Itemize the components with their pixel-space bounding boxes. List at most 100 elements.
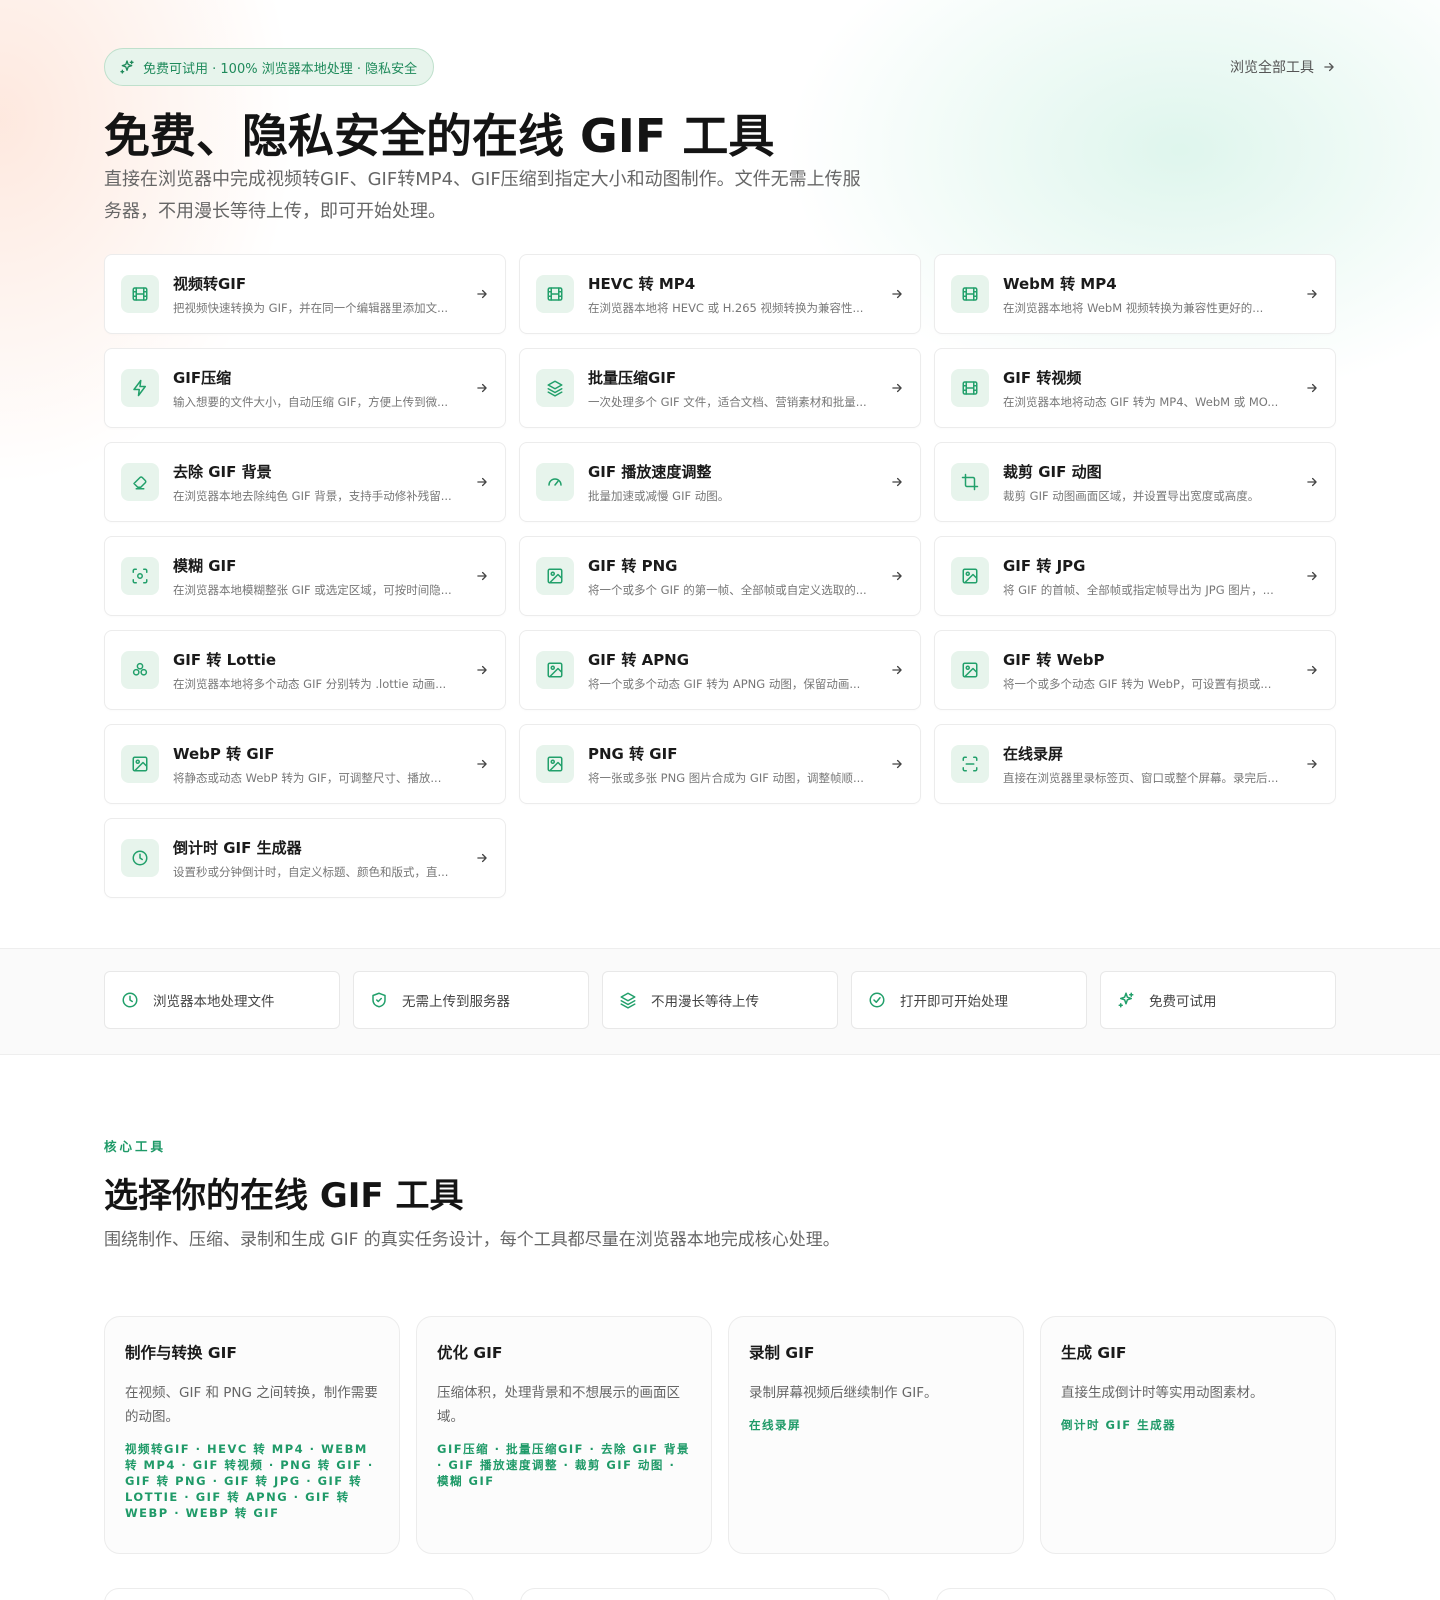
section-subtitle: 围绕制作、压缩、录制和生成 GIF 的真实任务设计，每个工具都尽量在浏览器本地完… [104, 1230, 840, 1250]
category-link[interactable]: 裁剪 GIF 动图 [575, 1458, 664, 1472]
image-icon [547, 756, 563, 772]
layers-icon [620, 992, 636, 1009]
image-icon [132, 756, 148, 772]
tool-card[interactable]: 批量压缩GIF 一次处理多个 GIF 文件，适合文档、营销素材和批量... [519, 348, 921, 428]
tool-text: GIF 转 APNG 将一个或多个动态 GIF 转为 APNG 动图，保留动画..… [588, 649, 880, 692]
arrow-right-icon [477, 665, 487, 675]
tool-card[interactable]: WebM 转 MP4 在浏览器本地将 WebM 视频转换为兼容性更好的... [934, 254, 1336, 334]
tool-text: 倒计时 GIF 生成器 设置秒或分钟倒计时，自定义标题、颜色和版式，直... [173, 837, 465, 880]
category-link[interactable]: 去除 GIF 背景 [601, 1442, 690, 1456]
film-icon [132, 287, 148, 301]
arrow-right-icon [892, 477, 902, 487]
category-link[interactable]: GIF 转 APNG [196, 1490, 288, 1504]
eraser-icon [133, 476, 147, 490]
feature-label: 无需上传到服务器 [402, 994, 510, 1010]
tool-description: 将一张或多张 PNG 图片合成为 GIF 动图，调整帧顺... [588, 770, 864, 785]
clock-icon [132, 850, 148, 866]
tool-description: 在浏览器本地将多个动态 GIF 分别转为 .lottie 动画... [173, 676, 447, 691]
tool-title: GIF 转 WebP [1003, 650, 1105, 669]
tool-card[interactable]: GIF 转 JPG 将 GIF 的首帧、全部帧或指定帧导出为 JPG 图片，... [934, 536, 1336, 616]
tool-title: 批量压缩GIF [588, 368, 677, 387]
tool-card[interactable]: 去除 GIF 背景 在浏览器本地去除纯色 GIF 背景，支持手动修补残留... [104, 442, 506, 522]
browse-all-tools-link[interactable]: 浏览全部工具 [1230, 57, 1336, 77]
tool-title: PNG 转 GIF [588, 744, 678, 763]
tool-text: GIF压缩 输入想要的文件大小，自动压缩 GIF，方便上传到微... [173, 367, 465, 410]
tool-text: 裁剪 GIF 动图 裁剪 GIF 动图画面区域，并设置导出宽度或高度。 [1003, 461, 1295, 504]
category-link[interactable]: GIF 播放速度调整 [448, 1458, 558, 1472]
category-link[interactable]: GIF压缩 [437, 1442, 489, 1456]
tool-icon-box [121, 745, 159, 783]
tool-card[interactable]: PNG 转 GIF 将一张或多张 PNG 图片合成为 GIF 动图，调整帧顺... [519, 724, 921, 804]
tool-icon-box [951, 651, 989, 689]
tool-card[interactable]: GIF 播放速度调整 批量加速或减慢 GIF 动图。 [519, 442, 921, 522]
link-separator: · [437, 1458, 449, 1472]
tool-title: GIF 播放速度调整 [588, 462, 712, 481]
tool-title: 在线录屏 [1003, 744, 1064, 763]
section-title: 选择你的在线 GIF 工具 [104, 1176, 464, 1216]
tool-card[interactable]: GIF 转 WebP 将一个或多个动态 GIF 转为 WebP，可设置有损或... [934, 630, 1336, 710]
tool-card[interactable]: HEVC 转 MP4 在浏览器本地将 HEVC 或 H.265 视频转换为兼容性.… [519, 254, 921, 334]
category-link[interactable]: WEBP 转 GIF [186, 1506, 280, 1520]
tool-card[interactable]: GIF 转 APNG 将一个或多个动态 GIF 转为 APNG 动图，保留动画..… [519, 630, 921, 710]
category-link[interactable]: GIF 转视频 [193, 1458, 264, 1472]
tool-card[interactable]: 倒计时 GIF 生成器 设置秒或分钟倒计时，自定义标题、颜色和版式，直... [104, 818, 506, 898]
tool-text: GIF 转 Lottie 在浏览器本地将多个动态 GIF 分别转为 .lottie… [173, 649, 465, 692]
sparkle-icon [1118, 992, 1134, 1008]
arrow-right-icon [477, 853, 487, 863]
tool-icon-box [951, 369, 989, 407]
tool-description: 将一个或多个动态 GIF 转为 APNG 动图，保留动画... [588, 676, 861, 691]
link-separator: · [663, 1458, 676, 1472]
tool-icon-box [951, 745, 989, 783]
tool-icon-box [536, 275, 574, 313]
tool-description: 在浏览器本地将动态 GIF 转为 MP4、WebM 或 MO... [1003, 394, 1279, 409]
tool-icon-box [951, 557, 989, 595]
tool-icon-box [536, 369, 574, 407]
tool-card[interactable]: GIF 转 Lottie 在浏览器本地将多个动态 GIF 分别转为 .lottie… [104, 630, 506, 710]
tool-text: GIF 播放速度调整 批量加速或减慢 GIF 动图。 [588, 461, 880, 504]
category-link[interactable]: GIF 转 PNG [125, 1474, 207, 1488]
layers-icon [547, 380, 563, 397]
tool-card[interactable]: 视频转GIF 把视频快速转换为 GIF，并在同一个编辑器里添加文... [104, 254, 506, 334]
tool-card[interactable]: 模糊 GIF 在浏览器本地模糊整张 GIF 或选定区域，可按时间隐... [104, 536, 506, 616]
category-link[interactable]: GIF 转 JPG [224, 1474, 301, 1488]
category-title: 生成 GIF [1061, 1344, 1127, 1362]
arrow-right-icon [1307, 289, 1317, 299]
category-card: 优化 GIF 压缩体积，处理背景和不想展示的画面区域。 GIF压缩 · 批量压缩GI… [416, 1316, 712, 1554]
tool-icon-box [536, 651, 574, 689]
feature-item: 打开即可开始处理 [851, 971, 1087, 1029]
tool-title: GIF 转 Lottie [173, 650, 277, 669]
link-separator: · [300, 1474, 318, 1488]
tool-icon-box [121, 369, 159, 407]
category-description: 录制屏幕视频后继续制作 GIF。 [749, 1385, 938, 1401]
clock-icon [122, 992, 138, 1008]
tool-card[interactable]: 在线录屏 直接在浏览器里录标签页、窗口或整个屏幕。录完后... [934, 724, 1336, 804]
feature-label: 免费可试用 [1149, 994, 1217, 1010]
category-link[interactable]: 视频转GIF [125, 1442, 190, 1456]
tool-card[interactable]: GIF 转 PNG 将一个或多个 GIF 的第一帧、全部帧或自定义选取的... [519, 536, 921, 616]
tool-card[interactable]: 裁剪 GIF 动图 裁剪 GIF 动图画面区域，并设置导出宽度或高度。 [934, 442, 1336, 522]
link-separator: · [178, 1490, 196, 1504]
category-card: 制作与转换 GIF 在视频、GIF 和 PNG 之间转换，制作需要的动图。 视频转G… [104, 1316, 400, 1554]
tool-text: GIF 转视频 在浏览器本地将动态 GIF 转为 MP4、WebM 或 MO... [1003, 367, 1295, 410]
tool-icon-box [121, 275, 159, 313]
tool-text: 在线录屏 直接在浏览器里录标签页、窗口或整个屏幕。录完后... [1003, 743, 1295, 786]
category-description: 在视频、GIF 和 PNG 之间转换，制作需要的动图。 [125, 1385, 378, 1425]
film-icon [962, 381, 978, 395]
category-link[interactable]: 在线录屏 [749, 1418, 801, 1432]
tool-card[interactable]: WebP 转 GIF 将静态或动态 WebP 转为 GIF，可调整尺寸、播放... [104, 724, 506, 804]
link-separator: · [584, 1442, 601, 1456]
category-link[interactable]: 批量压缩GIF [506, 1442, 584, 1456]
focus-icon [132, 568, 148, 584]
category-description: 压缩体积，处理背景和不想展示的画面区域。 [437, 1385, 680, 1425]
category-link[interactable]: PNG 转 GIF [280, 1458, 362, 1472]
tool-card[interactable]: GIF 转视频 在浏览器本地将动态 GIF 转为 MP4、WebM 或 MO... [934, 348, 1336, 428]
tool-description: 将 GIF 的首帧、全部帧或指定帧导出为 JPG 图片，... [1003, 582, 1274, 597]
tool-text: WebM 转 MP4 在浏览器本地将 WebM 视频转换为兼容性更好的... [1003, 273, 1295, 316]
category-link[interactable]: HEVC 转 MP4 [207, 1442, 304, 1456]
tool-card[interactable]: GIF压缩 输入想要的文件大小，自动压缩 GIF，方便上传到微... [104, 348, 506, 428]
category-link[interactable]: 倒计时 GIF 生成器 [1061, 1418, 1176, 1432]
tool-icon-box [951, 275, 989, 313]
category-link[interactable]: 模糊 GIF [437, 1474, 495, 1488]
tool-title: GIF 转 PNG [588, 556, 678, 575]
category-links: GIF压缩 · 批量压缩GIF · 去除 GIF 背景 · GIF 播放速度调整… [437, 1441, 691, 1489]
